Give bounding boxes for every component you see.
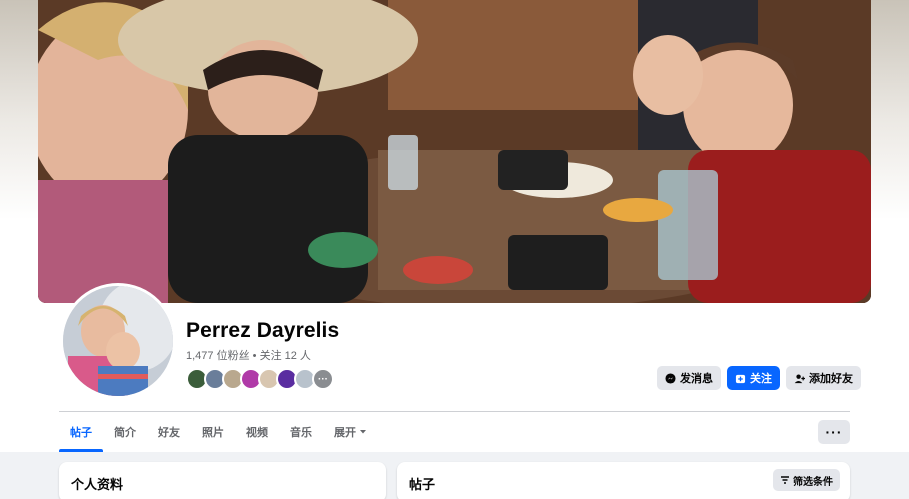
- posts-card: 帖子 筛选条件: [397, 462, 850, 499]
- tab-posts[interactable]: 帖子: [59, 412, 103, 452]
- follow-label: 关注: [750, 373, 772, 385]
- add-friend-button[interactable]: 添加好友: [786, 366, 861, 390]
- profile-tabs: 帖子 简介 好友 照片 视频 音乐 展开: [59, 412, 378, 452]
- profile-actions: 发消息 关注 添加好友: [657, 366, 861, 390]
- followers-count[interactable]: 1,477 位粉丝: [186, 350, 250, 362]
- intro-card-title: 个人资料: [71, 477, 124, 492]
- cover-photo[interactable]: [38, 0, 871, 303]
- tab-photos[interactable]: 照片: [191, 412, 235, 452]
- message-button[interactable]: 发消息: [657, 366, 721, 390]
- message-label: 发消息: [680, 373, 713, 385]
- following-count[interactable]: 关注 12 人: [260, 350, 311, 362]
- filter-icon: [781, 476, 789, 484]
- meta-separator: •: [252, 350, 257, 362]
- more-friends-button[interactable]: ···: [312, 368, 334, 390]
- more-options-button[interactable]: ···: [818, 420, 850, 444]
- tab-music[interactable]: 音乐: [279, 412, 323, 452]
- profile-name: Perrez Dayrelis: [186, 319, 340, 342]
- mutual-friends-avatars: ···: [186, 368, 334, 390]
- chevron-down-icon: [360, 430, 366, 434]
- filter-button[interactable]: 筛选条件: [773, 469, 840, 491]
- tab-friends[interactable]: 好友: [147, 412, 191, 452]
- intro-card: 个人资料: [59, 462, 386, 499]
- messenger-icon: [665, 372, 676, 384]
- posts-card-title: 帖子: [409, 477, 436, 492]
- add-friend-label: 添加好友: [809, 373, 853, 385]
- tab-videos[interactable]: 视频: [235, 412, 279, 452]
- avatar-photo: [63, 286, 173, 396]
- follow-button[interactable]: 关注: [727, 366, 780, 390]
- tab-more[interactable]: 展开: [323, 412, 378, 452]
- profile-meta: 1,477 位粉丝 • 关注 12 人: [186, 347, 311, 363]
- add-friend-icon: [794, 373, 805, 383]
- tab-about[interactable]: 简介: [103, 412, 147, 452]
- profile-avatar[interactable]: [60, 283, 176, 399]
- follow-icon: [735, 374, 746, 383]
- filter-label: 筛选条件: [793, 476, 833, 488]
